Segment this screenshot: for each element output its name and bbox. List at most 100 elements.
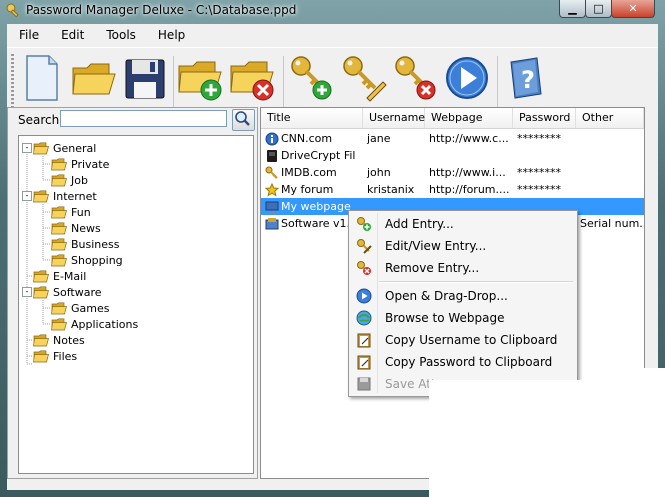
cell-text: IMDB.com [281, 166, 337, 179]
groups-pane: Search: - General Private Job - Internet Fun Ne… [7, 107, 258, 479]
cell-username: jane [363, 130, 425, 147]
window-title: Password Manager Deluxe - C:\Database.pp… [26, 3, 297, 17]
cell-webpage: http://www.c... [425, 130, 513, 147]
menu-item-copy-username-to-clipboard[interactable]: Copy Username to Clipboard [349, 329, 577, 351]
tree-item-label: Shopping [71, 253, 123, 267]
search-input[interactable] [60, 110, 227, 127]
remove-entry-icon[interactable] [391, 52, 439, 104]
cell-password: ******** [513, 130, 576, 147]
tree-item-software[interactable]: Software [33, 284, 102, 300]
tree-item-news[interactable]: News [51, 220, 101, 236]
cell-text: Serial num... [580, 217, 644, 230]
clipboard-icon [357, 333, 371, 348]
cell-text: john [367, 166, 391, 179]
new-database-icon[interactable] [17, 52, 65, 104]
window-frame: Password Manager Deluxe - C:\Database.pp… [0, 0, 665, 497]
tree-item-label: Private [71, 157, 110, 171]
search-label: Search: [18, 113, 64, 127]
cell-text: http://www.i... [429, 166, 506, 179]
tree-item-private[interactable]: Private [51, 156, 109, 172]
cell-username: kristanix [363, 181, 425, 198]
menu-item-remove-entry[interactable]: Remove Entry... [349, 257, 577, 279]
folder-icon [51, 253, 67, 266]
table-row[interactable]: CNN.com jane http://www.c... ******** [261, 130, 644, 147]
menu-item-open-drag-drop[interactable]: Open & Drag-Drop... [349, 285, 577, 307]
menu-item-add-entry[interactable]: Add Entry... [349, 213, 577, 235]
tree-item-label: Games [71, 301, 110, 315]
folder-icon [51, 317, 67, 330]
menu-file[interactable]: File [7, 24, 50, 46]
open-database-icon[interactable] [69, 52, 117, 104]
column-password[interactable]: Password [513, 108, 576, 128]
computer-icon [265, 200, 279, 214]
tree-expander[interactable]: - [22, 287, 32, 297]
cell-text: My webpage [281, 200, 351, 213]
column-other[interactable]: Other [576, 108, 644, 128]
edit-entry-icon[interactable] [339, 52, 387, 104]
table-row[interactable]: IMDB.com john http://www.i... ******** [261, 164, 644, 181]
tree-item-notes[interactable]: Notes [33, 332, 85, 348]
context-menu: Add Entry... Edit/View Entry... Remove Ent… [348, 210, 578, 397]
close-button[interactable]: ✕ [611, 0, 655, 18]
cell-password: ******** [513, 181, 576, 198]
add-key-icon [357, 217, 371, 231]
group-tree[interactable]: - General Private Job - Internet Fun News Busine… [18, 135, 254, 474]
tree-expander[interactable]: - [22, 143, 32, 153]
play-icon [356, 288, 372, 304]
folder-icon [51, 157, 67, 170]
column-webpage[interactable]: Webpage [425, 108, 513, 128]
cell-text: ******** [517, 132, 561, 145]
folder-icon [33, 189, 49, 202]
tree-item-internet[interactable]: Internet [33, 188, 97, 204]
tree-expander[interactable]: - [22, 191, 32, 201]
clipboard-icon [357, 355, 371, 370]
blank-area [429, 380, 665, 497]
menu-item-copy-password-to-clipboard[interactable]: Copy Password to Clipboard [349, 351, 577, 373]
cell-username: john [363, 164, 425, 181]
tree-item-applications[interactable]: Applications [51, 316, 138, 332]
add-group-icon[interactable] [177, 52, 225, 104]
column-username[interactable]: Username [363, 108, 425, 128]
menu-help[interactable]: Help [147, 24, 196, 46]
column-title[interactable]: Title [261, 108, 363, 128]
cell-text: http://forum.... [429, 183, 510, 196]
menu-item-label: Copy Username to Clipboard [385, 333, 558, 347]
menu-item-label: Open & Drag-Drop... [385, 289, 508, 303]
tree-item-games[interactable]: Games [51, 300, 109, 316]
cell-text: DriveCrypt Fil [281, 149, 356, 162]
help-icon[interactable]: ? [501, 52, 549, 104]
menu-item-browse-to-webpage[interactable]: Browse to Webpage [349, 307, 577, 329]
open-drag-drop-icon[interactable] [443, 52, 491, 104]
cell-other: Serial num... [576, 215, 644, 232]
add-entry-icon[interactable] [287, 52, 335, 104]
remove-group-icon[interactable] [229, 52, 277, 104]
table-row[interactable]: My forum kristanix http://forum.... *******… [261, 181, 644, 198]
column-headers: Title Username Webpage Password Other [261, 108, 644, 129]
save-icon[interactable] [121, 52, 169, 104]
cell-webpage: http://www.i... [425, 164, 513, 181]
folder-icon [33, 349, 49, 362]
tree-item-shopping[interactable]: Shopping [51, 252, 123, 268]
tree-item-label: Files [53, 349, 78, 363]
menu-edit[interactable]: Edit [50, 24, 95, 46]
menu-item-edit-view-entry[interactable]: Edit/View Entry... [349, 235, 577, 257]
tree-item-fun[interactable]: Fun [51, 204, 91, 220]
tree-item-label: Software [53, 285, 102, 299]
menu-item-label: Remove Entry... [385, 261, 480, 275]
tree-item-job[interactable]: Job [51, 172, 88, 188]
title-bar[interactable]: Password Manager Deluxe - C:\Database.pp… [0, 0, 665, 22]
maximize-button[interactable]: □ [585, 0, 612, 18]
tree-item-general[interactable]: General [33, 140, 96, 156]
cell-other [576, 164, 644, 181]
menu-separator [379, 281, 573, 283]
table-row[interactable]: DriveCrypt Fil [261, 147, 644, 164]
cell-title: My forum [261, 181, 363, 198]
toolbar-grip[interactable] [11, 54, 14, 114]
minimize-button[interactable]: ▁ [559, 0, 586, 18]
tree-item-files[interactable]: Files [33, 348, 77, 364]
cell-username [363, 147, 425, 164]
menu-tools[interactable]: Tools [95, 24, 147, 46]
tree-item-business[interactable]: Business [51, 236, 120, 252]
tree-item-e-mail[interactable]: E-Mail [33, 268, 86, 284]
search-button[interactable] [232, 109, 255, 131]
